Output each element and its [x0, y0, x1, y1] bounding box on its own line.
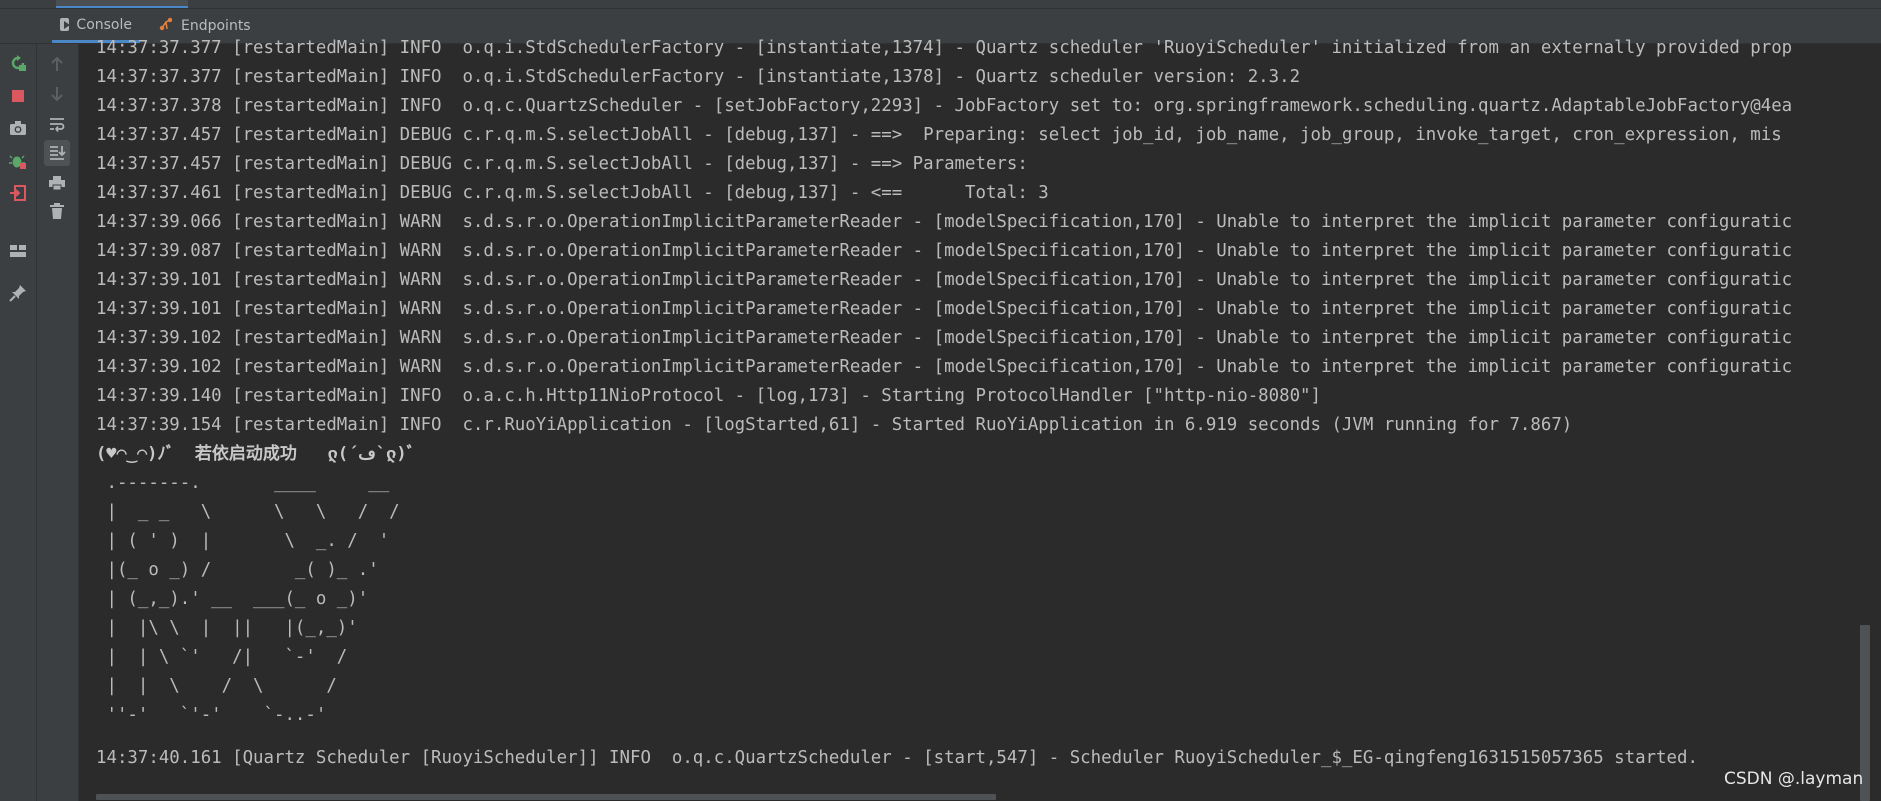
log-line: 14:37:39.154 [restartedMain] INFO c.r.Ru…: [96, 415, 1573, 435]
print-icon[interactable]: [44, 170, 70, 196]
run-actions-toolbar: [0, 44, 37, 801]
run-config-tab[interactable]: [56, 0, 188, 8]
scroll-to-end-icon[interactable]: [44, 140, 70, 166]
log-line: 14:37:39.066 [restartedMain] WARN s.d.s.…: [96, 212, 1793, 232]
trash-icon[interactable]: [44, 198, 70, 224]
ascii-art-line: ''-' `'-' `-..-': [96, 705, 327, 725]
stop-icon[interactable]: [5, 83, 31, 109]
ascii-art-line: | (_,_).' __ ___(_ o _)': [96, 589, 369, 609]
run-window-header: [0, 0, 1881, 9]
log-line: 14:37:37.377 [restartedMain] INFO o.q.i.…: [96, 38, 1793, 58]
exit-icon[interactable]: [5, 180, 31, 206]
up-arrow-icon[interactable]: [44, 51, 70, 77]
log-line: 14:37:39.102 [restartedMain] WARN s.d.s.…: [96, 357, 1793, 377]
ascii-art-line: | | \ `' /| `-' /: [96, 647, 348, 667]
startup-success-banner: (♥◠‿◠)ﾉﾞ 若依启动成功 ლ(´ڡ`ლ)ﾞ: [96, 444, 416, 464]
rerun-icon[interactable]: [5, 50, 31, 76]
endpoints-icon: [158, 16, 174, 36]
log-line: 14:37:39.101 [restartedMain] WARN s.d.s.…: [96, 270, 1793, 290]
log-line: 14:37:39.087 [restartedMain] WARN s.d.s.…: [96, 241, 1793, 261]
ascii-art-line: | |\ \ | || |(_,_)': [96, 618, 358, 638]
console-actions-toolbar: [37, 44, 79, 801]
horizontal-scrollbar-thumb[interactable]: [96, 794, 996, 800]
soft-wrap-icon[interactable]: [44, 111, 70, 137]
tab-console-label: Console: [76, 16, 132, 33]
console-output[interactable]: 14:37:37.377 [restartedMain] INFO o.q.i.…: [80, 34, 1870, 794]
ascii-art-line: | | \ / \ /: [96, 676, 337, 696]
log-line: 14:37:37.457 [restartedMain] DEBUG c.r.q…: [96, 125, 1782, 145]
down-arrow-icon[interactable]: [44, 81, 70, 107]
ascii-art-line: |(_ o _) / _( )_ .': [96, 560, 379, 580]
log-line: 14:37:40.161 [Quartz Scheduler [RuoyiSch…: [96, 748, 1698, 768]
log-line: 14:37:39.102 [restartedMain] WARN s.d.s.…: [96, 328, 1793, 348]
log-line: 14:37:37.461 [restartedMain] DEBUG c.r.q…: [96, 183, 1049, 203]
log-line: 14:37:37.377 [restartedMain] INFO o.q.i.…: [96, 67, 1301, 87]
console-icon: [60, 18, 71, 31]
tab-endpoints-label: Endpoints: [181, 18, 251, 34]
watermark: CSDN @.layman: [1724, 769, 1864, 789]
log-line: 14:37:39.140 [restartedMain] INFO o.a.c.…: [96, 386, 1321, 406]
debug-icon[interactable]: [5, 148, 31, 174]
ascii-art-line: | ( ' ) | \ _. / ': [96, 531, 390, 551]
layout-icon[interactable]: [5, 238, 31, 264]
log-line: 14:37:37.457 [restartedMain] DEBUG c.r.q…: [96, 154, 1039, 174]
log-line: 14:37:39.101 [restartedMain] WARN s.d.s.…: [96, 299, 1793, 319]
horizontal-scrollbar[interactable]: [80, 793, 1860, 801]
camera-icon[interactable]: [5, 115, 31, 141]
ascii-art-line: | _ _ \ \ \ / /: [96, 502, 400, 522]
pin-icon[interactable]: [5, 280, 31, 306]
ascii-art-line: .-------. ____ __: [96, 473, 390, 493]
log-line: 14:37:37.378 [restartedMain] INFO o.q.c.…: [96, 96, 1793, 116]
